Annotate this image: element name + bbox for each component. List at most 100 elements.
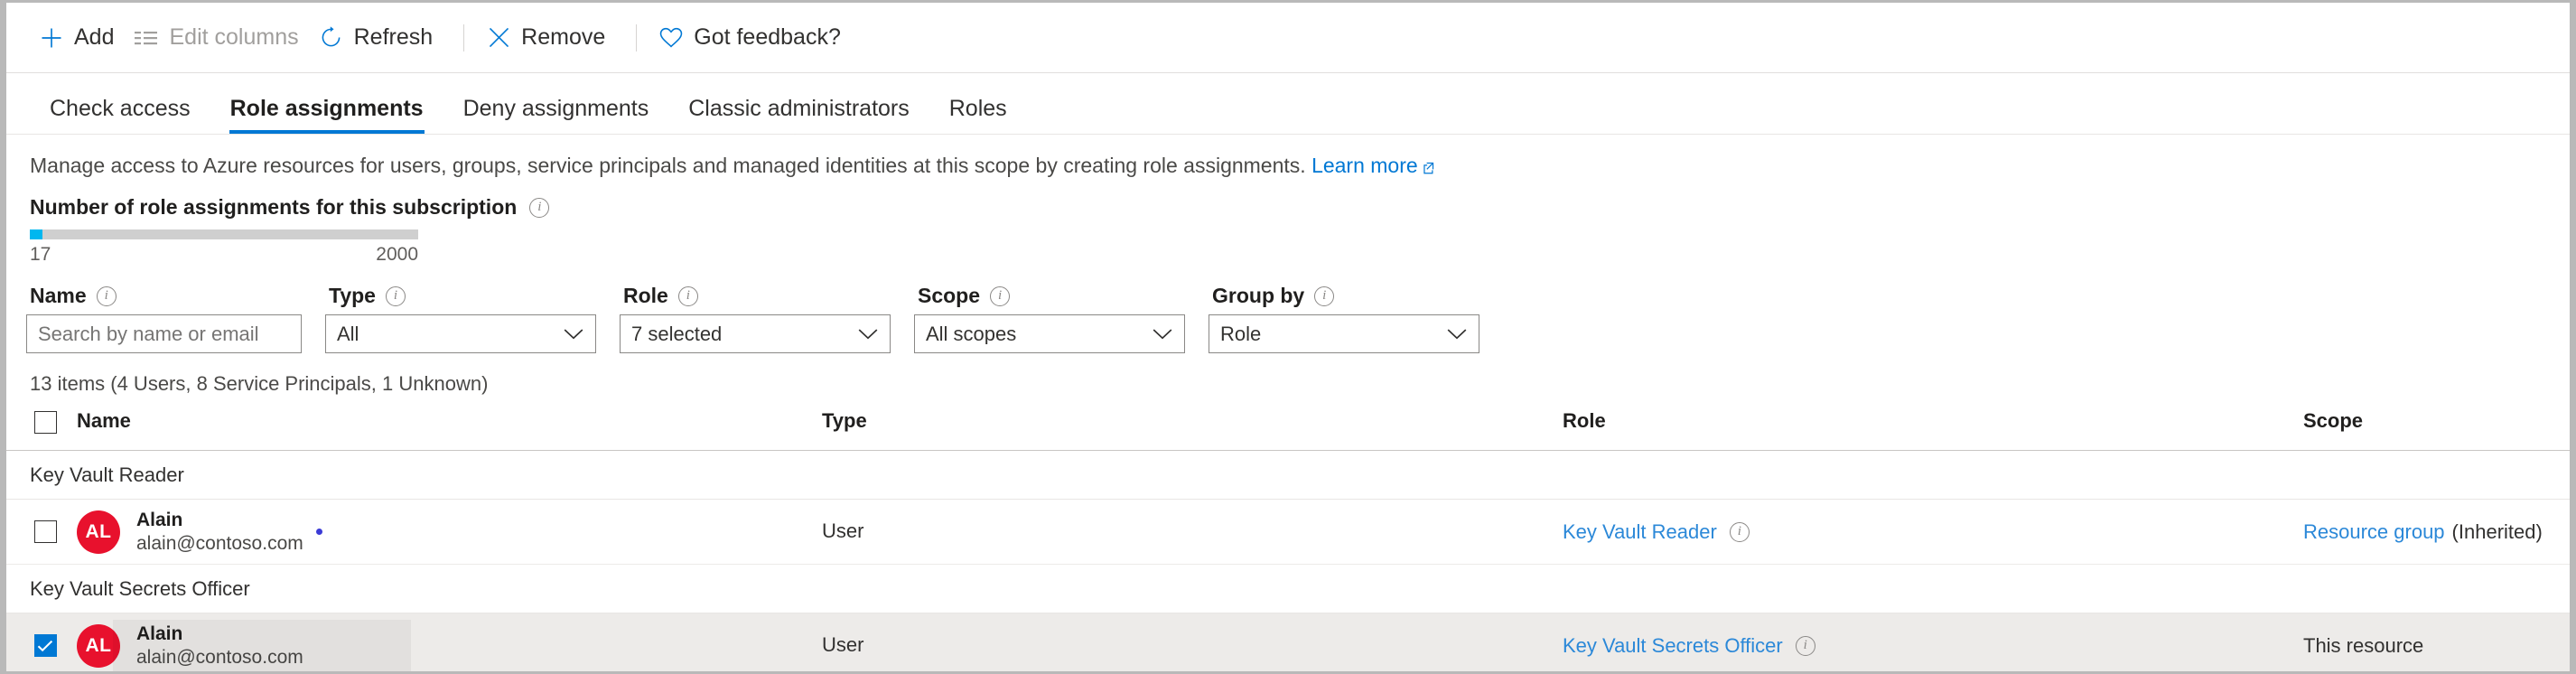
command-edit-columns-button: Edit columns [128, 20, 313, 56]
info-icon[interactable]: i [96, 286, 117, 306]
info-icon[interactable]: i [990, 286, 1011, 306]
learn-more-link[interactable]: Learn more [1311, 154, 1435, 177]
command-button-label: Remove [521, 24, 606, 50]
chevron-down-icon [564, 328, 595, 341]
scope-dropdown[interactable]: All scopes [914, 314, 1185, 354]
table-row[interactable]: AL Alain alain@contoso.com User Key Vault Re… [6, 500, 2570, 566]
role-link[interactable]: Key Vault Reader [1563, 521, 1717, 542]
group-by-selected-value: Role [1220, 323, 1262, 344]
tab-deny-assignments[interactable]: Deny assignments [443, 98, 669, 134]
column-header-scope[interactable]: Scope [2303, 411, 2570, 431]
type-value: User [822, 633, 864, 657]
scope-selected-value: All scopes [926, 323, 1017, 344]
avatar-initials: AL [85, 520, 112, 542]
command-bar: Add Edit columns Refresh Remove Got feedback… [6, 3, 2570, 73]
table-header-row: Name Type Role Scope [6, 411, 2570, 452]
role-cell: Key Vault Reader i [1563, 521, 2303, 542]
filter-label: Group by [1212, 284, 1305, 308]
heart-icon [658, 25, 684, 51]
info-icon[interactable]: i [1314, 286, 1335, 306]
group-header-label: Key Vault Reader [30, 463, 184, 486]
quota-max-value: 2000 [376, 244, 418, 266]
info-icon[interactable]: i [529, 197, 550, 218]
principal-name: Alain [136, 509, 183, 530]
filter-label: Role [623, 284, 668, 308]
column-header-type[interactable]: Type [822, 411, 1563, 431]
quota-meter-labels: 17 2000 [30, 245, 418, 264]
command-refresh-button[interactable]: Refresh [313, 20, 448, 56]
info-icon[interactable]: i [1795, 635, 1815, 656]
refresh-icon [319, 25, 344, 51]
command-bar-separator [636, 23, 638, 51]
group-header-row[interactable]: Key Vault Reader [6, 451, 2570, 501]
filter-label-row: Scope i [914, 286, 1185, 306]
filter-role: Role i 7 selected [620, 286, 891, 354]
principal-email: alain@contoso.com [136, 646, 303, 668]
filter-label: Type [329, 284, 376, 308]
group-by-dropdown[interactable]: Role [1209, 314, 1479, 354]
iam-blade: Add Edit columns Refresh Remove Got feedback… [6, 3, 2570, 671]
type-cell: User [822, 635, 1563, 656]
filter-name: Name i [26, 286, 302, 354]
role-cell-inner: Key Vault Reader i [1563, 521, 2303, 542]
columns-icon [134, 25, 159, 51]
blade-description: Manage access to Azure resources for use… [6, 135, 2570, 179]
command-button-label: Edit columns [169, 24, 299, 50]
row-select-cell [6, 520, 77, 544]
command-button-label: Refresh [353, 24, 434, 50]
info-icon[interactable]: i [1729, 521, 1750, 542]
quota-meter-fill [30, 229, 42, 240]
name-search-input[interactable] [26, 314, 302, 354]
avatar-initials: AL [85, 634, 112, 656]
tab-check-access[interactable]: Check access [30, 98, 210, 134]
scope-cell: This resource [2303, 633, 2570, 657]
role-assignments-table: Name Type Role Scope Key Vault Reader AL Alain… [6, 411, 2570, 671]
filter-label-row: Role i [620, 286, 891, 306]
quota-meter: 17 2000 [30, 229, 418, 264]
select-all-checkbox[interactable] [33, 411, 57, 435]
avatar: AL [77, 623, 120, 668]
description-text: Manage access to Azure resources for use… [30, 154, 1306, 177]
column-header-role[interactable]: Role [1563, 411, 2303, 431]
filter-label: Name [30, 284, 87, 308]
plus-icon [39, 25, 64, 51]
filter-group-by: Group by i Role [1209, 284, 1479, 354]
scope-cell-inner: This resource [2303, 633, 2570, 657]
role-link[interactable]: Key Vault Secrets Officer [1563, 635, 1783, 656]
row-checkbox[interactable] [33, 634, 57, 658]
group-header-label: Key Vault Secrets Officer [30, 576, 250, 600]
role-selected-value: 7 selected [631, 323, 723, 344]
tab-role-assignments[interactable]: Role assignments [210, 98, 443, 134]
principal-cell: AL Alain alain@contoso.com [77, 510, 822, 554]
group-header-row[interactable]: Key Vault Secrets Officer [6, 565, 2570, 614]
info-icon[interactable]: i [385, 286, 406, 306]
info-icon[interactable]: i [677, 286, 698, 306]
tab-roles[interactable]: Roles [929, 98, 1027, 134]
filter-scope: Scope i All scopes [914, 286, 1185, 354]
row-checkbox[interactable] [33, 520, 57, 544]
command-bar-separator [463, 23, 465, 51]
column-header-name[interactable]: Name [77, 411, 822, 431]
select-all-cell [6, 411, 77, 435]
command-remove-button[interactable]: Remove [481, 20, 620, 56]
scope-suffix: (Inherited) [2451, 520, 2543, 543]
type-value: User [822, 520, 864, 543]
tab-classic-administrators[interactable]: Classic administrators [668, 98, 929, 134]
tab-bar: Check access Role assignments Deny assignm… [6, 73, 2570, 135]
type-dropdown[interactable]: All [325, 314, 596, 354]
role-dropdown[interactable]: 7 selected [620, 314, 891, 354]
command-got-feedback-button[interactable]: Got feedback? [653, 20, 855, 56]
chevron-down-icon [858, 328, 890, 341]
principal-email: alain@contoso.com [136, 532, 303, 554]
name-input-field[interactable] [27, 315, 301, 353]
quota-title: Number of role assignments for this subs… [30, 195, 518, 220]
command-add-button[interactable]: Add [33, 20, 128, 56]
table-row[interactable]: AL Alain alain@contoso.com User Key Vault Se… [6, 613, 2570, 671]
external-link-icon [1422, 156, 1435, 179]
filter-label-row: Name i [26, 286, 302, 306]
scope-link[interactable]: Resource group [2303, 521, 2445, 542]
scope-cell: Resource group (Inherited) [2303, 520, 2570, 544]
principal-cell: AL Alain alain@contoso.com [77, 619, 822, 671]
scope-value: This resource [2303, 633, 2424, 657]
close-x-icon [486, 25, 511, 51]
